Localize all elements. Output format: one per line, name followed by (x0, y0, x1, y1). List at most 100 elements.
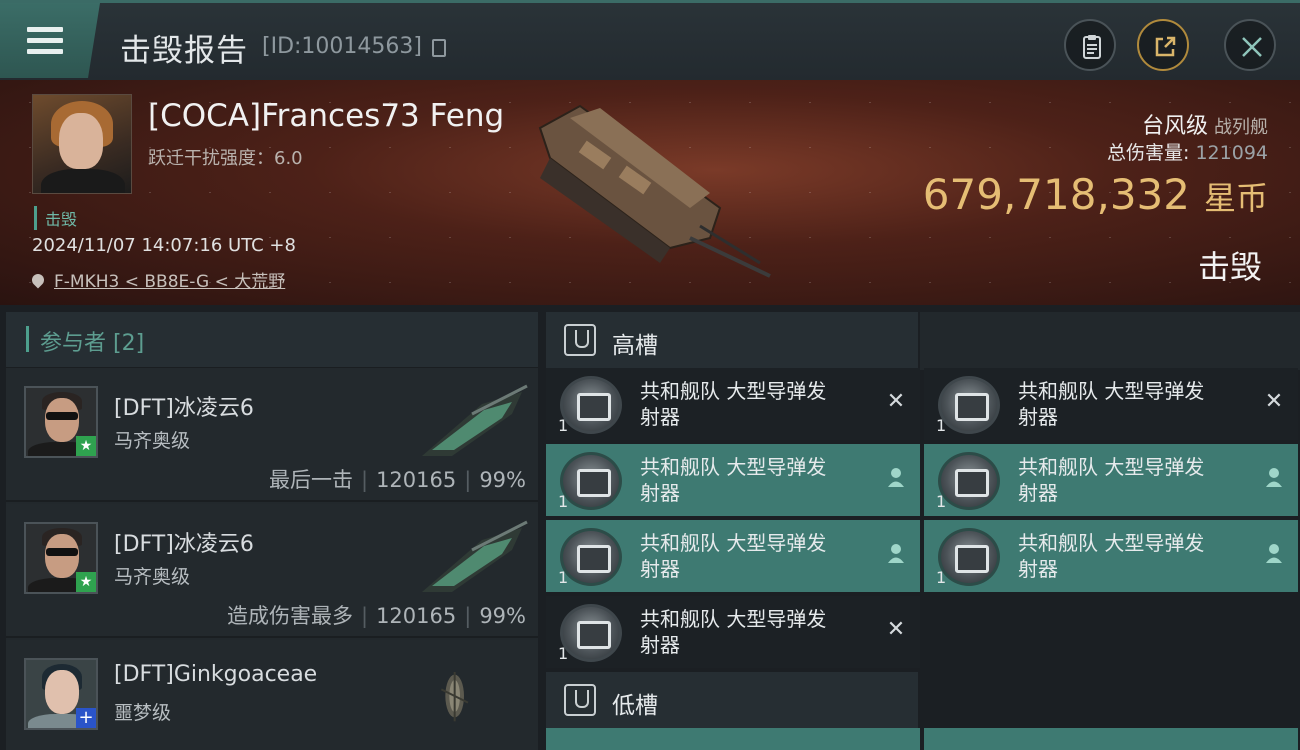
low-slot-header: 低槽 (546, 672, 918, 730)
x-mark-icon: ✕ (886, 617, 906, 642)
kill-timestamp: 2024/11/07 14:07:16 UTC +8 (32, 235, 296, 256)
avatar: + (24, 658, 98, 730)
module-slot[interactable]: 1 共和舰队 大型导弹发 射器 ✕ (546, 596, 920, 668)
module-slot[interactable]: 1 共和舰队 大型导弹发 射器 ✕ (924, 368, 1298, 440)
participants-header: 参与者 [2] (6, 312, 538, 368)
isk-amount: 679,718,332 (922, 170, 1190, 219)
participant-ship-image (422, 520, 528, 592)
warp-disruption-strength: 跃迁干扰强度：6.0 (148, 148, 303, 169)
module-quantity: 1 (936, 416, 947, 435)
location-link[interactable]: F-MKH3 < BB8E-G < 大荒野 (29, 267, 286, 292)
participant-stats: 最后一击 | 120165 | 99% (268, 468, 526, 492)
person-icon (884, 466, 908, 490)
x-mark-icon: ✕ (1264, 389, 1284, 414)
module-slot[interactable]: 1 共和舰队 大型导弹发 射器 ✕ (546, 368, 920, 440)
status-tag: 击毁 (34, 206, 77, 230)
total-damage-label: 总伤害量: (1107, 142, 1190, 164)
module-name: 共和舰队 大型导弹发 射器 (640, 379, 827, 429)
module-name: 共和舰队 大型导弹发 射器 (640, 455, 827, 505)
participant-name: [DFT]Ginkgoaceae (114, 662, 318, 687)
missile-launcher-icon (938, 452, 1000, 510)
victim-avatar[interactable] (32, 94, 132, 194)
module-slot[interactable]: 1 共和舰队 大型导弹发 射器 (546, 520, 920, 592)
module-slot[interactable]: 1 共和舰队 大型导弹发 射器 (924, 444, 1298, 516)
slot-icon (564, 324, 596, 356)
module-name: 共和舰队 大型导弹发 射器 (1018, 531, 1205, 581)
high-slot-header: 高槽 (546, 312, 918, 370)
close-button[interactable] (1224, 19, 1276, 71)
participant-damage: 120165 (376, 468, 457, 492)
person-icon (1262, 542, 1286, 566)
participant-row[interactable]: + [DFT]Ginkgoaceae 噩梦级 (6, 640, 538, 750)
participant-percent: 99% (479, 468, 526, 492)
high-slot-title: 高槽 (612, 333, 658, 359)
module-slot[interactable]: 1 共和舰队 大型导弹发 射器 (546, 444, 920, 516)
module-quantity: 1 (558, 644, 569, 663)
total-damage-value: 121094 (1195, 142, 1268, 164)
slot-header-filler (920, 312, 1300, 370)
participant-role: 造成伤害最多 (226, 604, 353, 628)
module-quantity: 1 (936, 568, 947, 587)
participant-name: [DFT]冰凌云6 (114, 396, 254, 421)
victim-panel: [COCA]Frances73 Feng 跃迁干扰强度：6.0 击毁 2024/… (0, 80, 1300, 305)
victim-name[interactable]: [COCA]Frances73 Feng (148, 98, 504, 134)
participant-row[interactable]: ★ [DFT]冰凌云6 马齐奥级 最后一击 | 120165 | 99% (6, 368, 538, 502)
missile-launcher-icon (560, 604, 622, 662)
participant-stats: 造成伤害最多 | 120165 | 99% (226, 604, 526, 628)
participant-percent: 99% (479, 604, 526, 628)
module-slot-partial[interactable] (924, 728, 1298, 750)
victim-ship-class: 台风级 战列舰 (1142, 108, 1268, 140)
person-icon (1262, 466, 1286, 490)
module-name: 共和舰队 大型导弹发 射器 (1018, 379, 1205, 429)
kill-result: 击毁 (1197, 248, 1262, 286)
low-slot-title: 低槽 (612, 693, 658, 719)
x-mark-icon: ✕ (886, 389, 906, 414)
module-quantity: 1 (558, 492, 569, 511)
total-damage: 总伤害量: 121094 (1107, 138, 1268, 165)
participant-row[interactable]: ★ [DFT]冰凌云6 马齐奥级 造成伤害最多 | 120165 | 99% (6, 504, 538, 638)
module-quantity: 1 (558, 568, 569, 587)
module-name: 共和舰队 大型导弹发 射器 (640, 531, 827, 581)
participant-ship-image (422, 384, 528, 456)
module-quantity: 1 (936, 492, 947, 511)
module-name: 共和舰队 大型导弹发 射器 (640, 607, 827, 657)
menu-button[interactable] (0, 3, 100, 78)
victim-ship-image (538, 104, 771, 278)
clipboard-button[interactable] (1064, 19, 1116, 71)
missile-launcher-icon (560, 528, 622, 586)
copy-icon[interactable] (432, 39, 446, 57)
person-icon (884, 542, 908, 566)
clipboard-icon (1083, 35, 1101, 59)
module-quantity: 1 (558, 416, 569, 435)
module-slot-partial[interactable] (546, 728, 920, 750)
star-badge-icon: ★ (76, 436, 96, 456)
missile-launcher-icon (938, 376, 1000, 434)
missile-launcher-icon (560, 452, 622, 510)
missile-launcher-icon (560, 376, 622, 434)
hamburger-menu-icon (27, 27, 63, 55)
page-title: 击毁报告 (120, 33, 248, 69)
location-text: F-MKH3 < BB8E-G < 大荒野 (54, 272, 286, 292)
share-button[interactable] (1137, 19, 1189, 71)
close-icon (1242, 37, 1262, 57)
plus-badge-icon: + (76, 708, 96, 728)
slot-icon (564, 684, 596, 716)
participant-role: 最后一击 (268, 468, 353, 492)
participants-label: 参与者 [2] (40, 331, 145, 356)
participant-ship: 马齐奥级 (114, 566, 191, 588)
participant-ship-image (440, 672, 469, 722)
ship-name: 台风级 (1141, 114, 1208, 139)
star-badge-icon: ★ (76, 572, 96, 592)
top-bar: 击毁报告 [ID:10014563] (0, 0, 1300, 80)
isk-value: 679,718,332 星币 (923, 170, 1268, 219)
share-icon (1155, 36, 1176, 57)
missile-launcher-icon (938, 528, 1000, 586)
participant-ship: 噩梦级 (114, 702, 172, 724)
participants-panel: 参与者 [2] ★ [DFT]冰凌云6 马齐奥级 最后一击 | 120165 | 99%… (6, 312, 538, 750)
report-id: [ID:10014563] (262, 34, 422, 59)
module-name: 共和舰队 大型导弹发 射器 (1018, 455, 1205, 505)
participant-ship: 马齐奥级 (114, 430, 191, 452)
isk-unit: 星币 (1203, 179, 1268, 217)
module-slot[interactable]: 1 共和舰队 大型导弹发 射器 (924, 520, 1298, 592)
participant-damage: 120165 (376, 604, 457, 628)
